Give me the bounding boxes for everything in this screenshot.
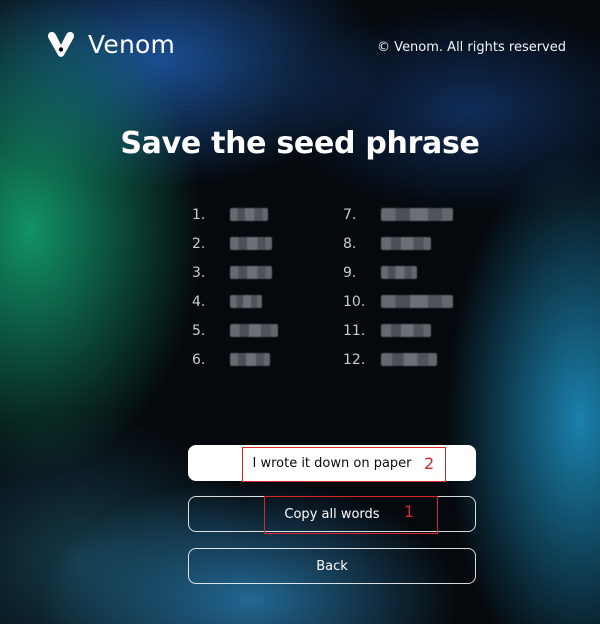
seed-word-row: 7. [343,200,453,229]
seed-column-left: 1. 2. 3. 4. 5. 6. [192,200,278,374]
seed-word-row: 4. [192,287,278,316]
annotation-box-2 [242,447,446,482]
seed-word-number: 12. [343,351,366,368]
annotation-number-1: 1 [404,502,415,521]
blurred-seed-word [381,295,453,308]
blurred-seed-word [230,295,262,308]
blurred-seed-word [230,324,278,337]
seed-column-right: 7. 8. 9. 10. 11. 12. [343,200,453,374]
blurred-seed-word [230,266,272,279]
venom-logo: Venom [46,28,175,60]
seed-word-row: 11. [343,316,453,345]
seed-word-row: 1. [192,200,278,229]
seed-word-row: 10. [343,287,453,316]
seed-word-number: 1. [192,206,206,223]
blurred-seed-word [230,237,272,250]
page-title: Save the seed phrase [120,126,480,161]
seed-word-number: 4. [192,293,206,310]
venom-v-logo-icon [48,32,74,57]
copyright-text: © Venom. All rights reserved [377,40,566,55]
seed-word-number: 5. [192,322,206,339]
seed-word-number: 10. [343,293,366,310]
annotation-number-2: 2 [424,454,435,473]
seed-word-row: 6. [192,345,278,374]
blurred-seed-word [381,237,431,250]
back-label: Back [316,558,348,574]
seed-word-row: 9. [343,258,453,287]
seed-word-row: 2. [192,229,278,258]
seed-word-row: 5. [192,316,278,345]
seed-word-number: 3. [192,264,206,281]
seed-word-number: 6. [192,351,206,368]
seed-word-number: 7. [343,206,357,223]
seed-word-row: 3. [192,258,278,287]
seed-word-number: 8. [343,235,357,252]
seed-word-row: 12. [343,345,453,374]
blurred-seed-word [381,353,437,366]
seed-word-number: 2. [192,235,206,252]
back-button[interactable]: Back [188,548,476,584]
blurred-seed-word [230,353,270,366]
blurred-seed-word [230,208,268,221]
blurred-seed-word [381,324,431,337]
blurred-seed-word [381,208,453,221]
seed-word-row: 8. [343,229,453,258]
logo-text: Venom [88,29,176,59]
seed-word-number: 9. [343,264,357,281]
blurred-seed-word [381,266,417,279]
seed-word-number: 11. [343,322,366,339]
